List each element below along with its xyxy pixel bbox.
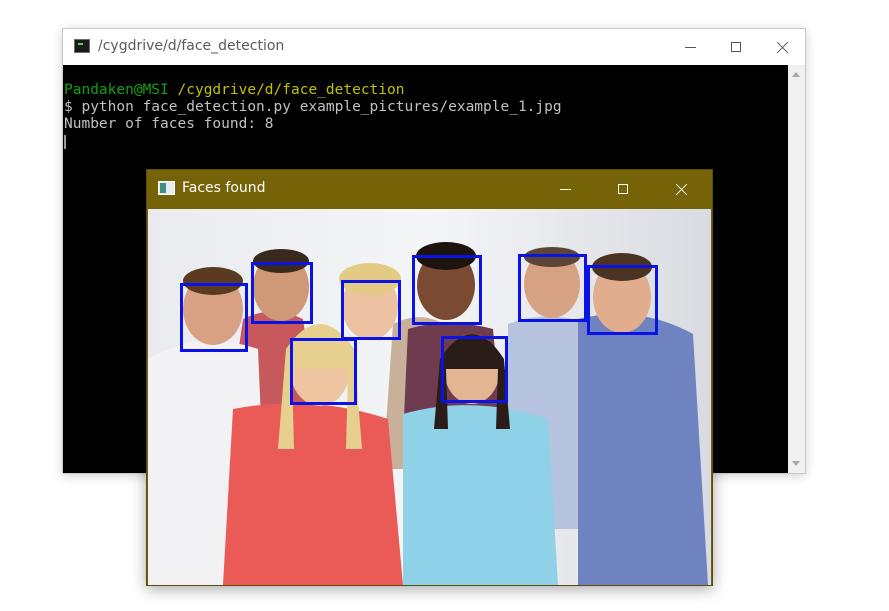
scroll-up-arrow-icon[interactable] xyxy=(792,72,800,77)
face-detection-box xyxy=(180,283,248,352)
faces-found-window[interactable]: Faces found xyxy=(146,169,713,586)
face-detection-box xyxy=(441,336,508,403)
face-detection-box xyxy=(341,280,401,340)
terminal-close-button[interactable] xyxy=(759,29,805,65)
face-detection-box xyxy=(251,262,313,324)
maximize-icon xyxy=(731,42,741,52)
face-detection-box xyxy=(290,338,357,405)
minimize-icon xyxy=(559,188,571,190)
face-detection-box xyxy=(412,255,482,325)
faces-maximize-button[interactable] xyxy=(600,171,646,207)
scroll-down-arrow-icon[interactable] xyxy=(792,461,800,466)
faces-titlebar[interactable]: Faces found xyxy=(147,170,712,208)
faces-minimize-button[interactable] xyxy=(542,171,588,207)
output-line: Number of faces found: 8 xyxy=(64,116,274,132)
prompt-path: /cygdrive/d/face_detection xyxy=(177,82,405,98)
text-cursor xyxy=(64,135,66,149)
close-icon xyxy=(776,41,789,54)
terminal-minimize-button[interactable] xyxy=(667,29,713,65)
command-line: $ python face_detection.py example_pictu… xyxy=(64,99,562,115)
maximize-icon xyxy=(618,184,628,194)
face-detection-box xyxy=(518,254,587,322)
prompt-user: Pandaken@MSI xyxy=(64,82,169,98)
terminal-maximize-button[interactable] xyxy=(713,29,759,65)
image-window-icon xyxy=(158,181,175,195)
face-detection-box xyxy=(587,265,658,335)
desktop: /cygdrive/d/face_detection Pandaken@MSI … xyxy=(0,0,889,611)
faces-window-title: Faces found xyxy=(182,180,266,196)
minimize-icon xyxy=(684,46,696,48)
terminal-title: /cygdrive/d/face_detection xyxy=(98,38,285,54)
group-photo xyxy=(148,209,711,585)
terminal-icon xyxy=(74,39,90,53)
close-icon xyxy=(675,183,688,196)
terminal-scrollbar[interactable] xyxy=(788,65,805,473)
faces-close-button[interactable] xyxy=(658,171,704,207)
terminal-titlebar[interactable]: /cygdrive/d/face_detection xyxy=(63,29,805,65)
